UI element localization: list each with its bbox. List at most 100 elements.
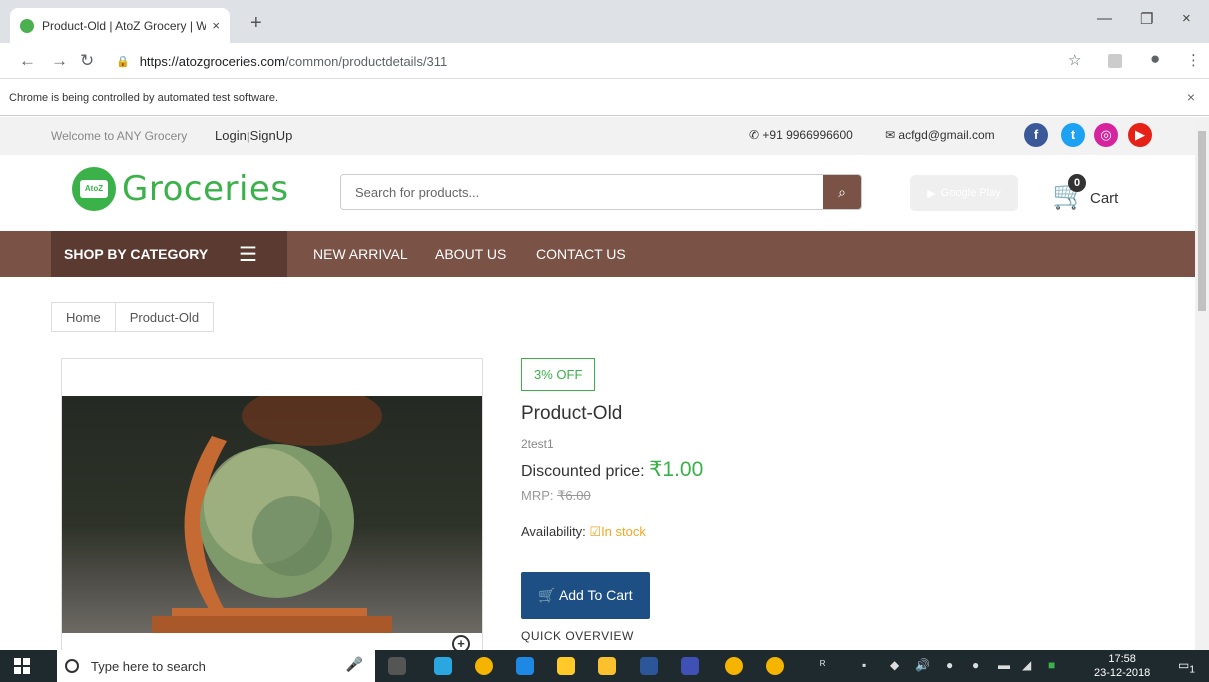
availability-label: Availability: xyxy=(521,524,590,539)
nav-contact-us[interactable]: CONTACT US xyxy=(536,246,626,262)
phone-icon: ✆ xyxy=(749,128,763,142)
breadcrumb-home[interactable]: Home xyxy=(51,302,116,332)
people-icon[interactable]: ᴿ xyxy=(820,658,825,672)
site-favicon-icon xyxy=(20,18,34,33)
url-host: https://atozgroceries.com xyxy=(139,53,285,69)
nav-new-arrival[interactable]: NEW ARRIVAL xyxy=(313,246,408,262)
automation-infobar: Chrome is being controlled by automated … xyxy=(0,79,1209,116)
profile-icon[interactable]: ● xyxy=(1150,49,1160,69)
minimize-button[interactable]: — xyxy=(1097,10,1112,27)
microphone-icon[interactable]: 🎤 xyxy=(346,656,363,673)
wifi-icon[interactable]: ◢ xyxy=(1022,658,1031,672)
tray-icon-3[interactable]: ● xyxy=(946,658,953,672)
reload-icon[interactable]: ↻ xyxy=(80,51,94,71)
product-details: 3% OFF Product-Old 2test1 Discounted pri… xyxy=(521,358,1121,643)
tray-icon-6[interactable]: ■ xyxy=(1048,658,1055,672)
chrome-icon-2[interactable] xyxy=(725,657,743,675)
phone-contact: ✆ +91 9966996600 xyxy=(749,128,853,142)
tray-icon-1[interactable]: ▪ xyxy=(862,658,866,672)
site-logo[interactable]: AtoZ Groceries xyxy=(72,167,289,211)
in-stock-status: ☑In stock xyxy=(589,524,645,539)
instagram-icon[interactable]: ◎ xyxy=(1094,123,1118,147)
add-to-cart-label: Add To Cart xyxy=(558,587,633,603)
twitter-icon[interactable]: t xyxy=(1061,123,1085,147)
tray-icon-4[interactable]: ● xyxy=(972,658,979,672)
product-name: Product-Old xyxy=(521,403,623,424)
volume-icon[interactable]: 🔊 xyxy=(915,658,930,672)
app-icon[interactable] xyxy=(434,657,452,675)
browser-tab[interactable]: Product-Old | AtoZ Grocery | Wh × xyxy=(10,8,230,43)
product-photo[interactable] xyxy=(62,396,482,633)
mrp-label: MRP: xyxy=(521,488,558,503)
add-to-cart-button[interactable]: 🛒 Add To Cart xyxy=(521,572,650,619)
signup-link[interactable]: SignUp xyxy=(250,128,293,143)
youtube-icon[interactable]: ▶ xyxy=(1128,123,1152,147)
forward-icon[interactable]: → xyxy=(51,51,68,71)
windows-start-icon[interactable] xyxy=(14,658,30,674)
logo-text: Groceries xyxy=(122,169,289,209)
chrome-icon-3[interactable] xyxy=(766,657,784,675)
menu-kebab-icon[interactable]: ⋮ xyxy=(1186,51,1201,69)
taskbar-search[interactable]: Type here to search 🎤 xyxy=(57,650,375,682)
email-contact: ✉ acfgd@gmail.com xyxy=(885,128,995,142)
logo-badge: AtoZ xyxy=(80,180,108,198)
notification-icon[interactable]: ▭1 xyxy=(1178,658,1195,675)
restore-button[interactable]: ❐ xyxy=(1140,10,1153,28)
discount-price-label: Discounted price: xyxy=(521,463,650,480)
breadcrumb-current: Product-Old xyxy=(115,302,215,332)
tab-title: Product-Old | AtoZ Grocery | Wh xyxy=(42,18,207,33)
cart-button[interactable]: 🛒 0 Cart xyxy=(1052,172,1132,212)
scrollbar-thumb[interactable] xyxy=(1198,131,1206,311)
login-link[interactable]: Login xyxy=(215,128,247,143)
product-subtitle: 2test1 xyxy=(521,437,554,451)
shop-by-category-button[interactable]: SHOP BY CATEGORY ☰ xyxy=(51,231,287,277)
cart-count-badge: 0 xyxy=(1068,174,1086,192)
breadcrumb: Home Product-Old xyxy=(51,302,215,332)
infobar-close-icon[interactable]: × xyxy=(1187,89,1195,105)
task-view-icon[interactable] xyxy=(388,657,406,675)
edge-icon[interactable] xyxy=(516,657,534,675)
check-icon: ☑ xyxy=(589,524,602,539)
nav-about-us[interactable]: ABOUT US xyxy=(435,246,506,262)
mrp-price: MRP: ₹6.00 xyxy=(521,488,1121,504)
mail-icon: ✉ xyxy=(885,128,899,142)
product-image-box: + xyxy=(61,358,483,650)
extension-icon[interactable] xyxy=(1108,54,1122,68)
url-path: /common/productdetails/311 xyxy=(284,53,448,69)
discount-badge: 3% OFF xyxy=(521,358,596,391)
search-button[interactable]: ⌕ xyxy=(823,175,861,209)
tray-icon-5[interactable]: ▬ xyxy=(998,658,1010,672)
cart-label: Cart xyxy=(1090,190,1119,207)
lock-icon: 🔒 xyxy=(116,55,130,68)
word-icon[interactable] xyxy=(640,657,658,675)
back-icon[interactable]: ← xyxy=(19,51,36,71)
infobar-text: Chrome is being controlled by automated … xyxy=(9,92,279,104)
address-bar: ← → ↻ 🔒 https://atozgroceries.com/common… xyxy=(0,43,1209,79)
page-scrollbar[interactable] xyxy=(1195,117,1209,650)
close-window-button[interactable]: × xyxy=(1182,10,1191,27)
file-explorer-icon[interactable] xyxy=(557,657,575,675)
bookmark-star-icon[interactable]: ☆ xyxy=(1068,51,1081,69)
url-field[interactable]: 🔒 https://atozgroceries.com/common/produ… xyxy=(116,50,1056,72)
google-play-badge[interactable]: ▶ Google Play xyxy=(910,175,1018,211)
search-bar: ⌕ xyxy=(340,174,862,210)
availability: Availability: ☑In stock xyxy=(521,524,1121,540)
new-tab-button[interactable]: + xyxy=(250,12,262,35)
taskbar-search-placeholder: Type here to search xyxy=(91,658,206,674)
zoom-icon[interactable]: + xyxy=(452,635,470,650)
cortana-icon xyxy=(65,659,79,673)
logo-cart-icon: AtoZ xyxy=(72,167,116,211)
search-input[interactable] xyxy=(341,175,825,209)
google-play-label: Google Play xyxy=(940,187,1001,199)
tab-close-icon[interactable]: × xyxy=(212,18,220,33)
sticky-notes-icon[interactable] xyxy=(598,657,616,675)
facebook-icon[interactable]: f xyxy=(1024,123,1048,147)
app-icon-2[interactable] xyxy=(681,657,699,675)
web-page: Welcome to ANY Grocery Login|SignUp ✆ +9… xyxy=(0,117,1195,650)
tray-icon-2[interactable]: ◆ xyxy=(890,658,899,672)
hamburger-icon: ☰ xyxy=(239,244,257,266)
cart-small-icon: 🛒 xyxy=(538,587,559,603)
browser-tab-bar: Product-Old | AtoZ Grocery | Wh × + — ❐ … xyxy=(0,0,1209,43)
system-clock[interactable]: 17:58 23-12-2018 xyxy=(1094,652,1150,680)
chrome-icon[interactable] xyxy=(475,657,493,675)
